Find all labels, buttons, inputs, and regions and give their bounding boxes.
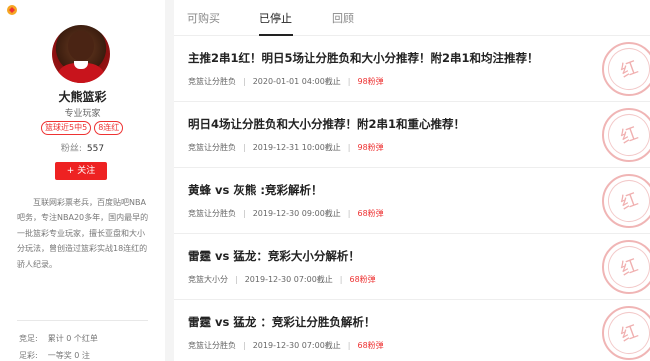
article-title[interactable]: 雷霆 vs 猛龙：竞彩大小分解析！ xyxy=(188,248,360,264)
streak-badge: 篮球近5中5 xyxy=(41,121,92,135)
article-meta: 竞篮让分胜负 | 2019-12-30 09:00截止 | 68粉弹 xyxy=(188,209,384,218)
article-title[interactable]: 黄蜂 vs 灰熊 :竞彩解析！ xyxy=(188,182,322,198)
profile-title: 专业玩家 xyxy=(64,109,101,119)
article-row[interactable]: 主推2串1红！明日5场让分胜负和大小分推荐！附2串1和均注推荐！ 竞篮让分胜负 |… xyxy=(174,36,650,102)
follow-button[interactable]: + 关注 xyxy=(55,162,107,180)
red-stamp-icon: 红 xyxy=(602,174,650,228)
article-title[interactable]: 明日4场让分胜负和大小分推荐！附2串1和重心推荐！ xyxy=(188,116,465,132)
stat-label: 足彩: xyxy=(19,351,38,360)
badge-group: 篮球近5中5 8连红 xyxy=(41,121,124,135)
red-stamp-icon: 红 xyxy=(602,240,650,294)
fans-label: 粉丝: xyxy=(60,144,82,154)
red-stamp-icon: 红 xyxy=(602,306,650,360)
stat-value: 一等奖 0 注 xyxy=(47,351,90,360)
article-price: 68粉弹 xyxy=(357,341,384,350)
tab-stopped[interactable]: 已停止 xyxy=(259,10,292,26)
fans-number: 557 xyxy=(86,144,105,154)
tab-bar: 可购买 已停止 回顾 xyxy=(174,0,650,36)
logo-icon xyxy=(7,5,17,15)
avatar[interactable] xyxy=(52,25,110,83)
article-title[interactable]: 雷霆 vs 猛龙 ：竞彩让分胜负解析！ xyxy=(188,314,375,330)
article-category: 竞篮让分胜负 xyxy=(188,77,236,86)
article-row[interactable]: 明日4场让分胜负和大小分推荐！附2串1和重心推荐！ 竞篮让分胜负 | 2019-12… xyxy=(174,102,650,168)
red-stamp-icon: 红 xyxy=(602,108,650,162)
profile-name: 大熊篮彩 xyxy=(58,90,107,104)
fans-count: 粉丝: 557 xyxy=(0,141,165,154)
article-meta: 竞篮让分胜负 | 2019-12-30 07:00截止 | 68粉弹 xyxy=(188,341,384,350)
article-row[interactable]: 黄蜂 vs 灰熊 :竞彩解析！ 竞篮让分胜负 | 2019-12-30 09:00截… xyxy=(174,168,650,234)
article-deadline: 2019-12-30 07:00截止 xyxy=(244,275,333,284)
profile-bio: 互联网彩票老兵，百度贴吧NBA吧务，专注NBA20多年，国内最早的一批篮彩专业玩… xyxy=(17,198,149,269)
article-price: 68粉弹 xyxy=(349,275,376,284)
stat-zucai: 足彩: 一等奖 0 注 xyxy=(19,350,90,361)
article-meta: 竞篮大小分 | 2019-12-30 07:00截止 | 68粉弹 xyxy=(188,275,376,284)
article-meta: 竞篮让分胜负 | 2019-12-31 10:00截止 | 98粉弹 xyxy=(188,143,384,152)
article-deadline: 2019-12-30 07:00截止 xyxy=(252,341,341,350)
article-price: 98粉弹 xyxy=(357,77,384,86)
article-category: 竞篮让分胜负 xyxy=(188,341,236,350)
article-deadline: 2019-12-31 10:00截止 xyxy=(252,143,341,152)
article-price: 68粉弹 xyxy=(357,209,384,218)
article-title[interactable]: 主推2串1红！明日5场让分胜负和大小分推荐！附2串1和均注推荐！ xyxy=(188,50,539,66)
tab-review[interactable]: 回顾 xyxy=(332,10,354,26)
article-price: 98粉弹 xyxy=(357,143,384,152)
article-category: 竞篮让分胜负 xyxy=(188,143,236,152)
profile-sidebar: 大熊篮彩 专业玩家 篮球近5中5 8连红 粉丝: 557 + 关注 互联网彩票老兵… xyxy=(0,0,165,361)
tab-available[interactable]: 可购买 xyxy=(187,10,220,26)
divider xyxy=(17,320,148,321)
stat-label: 竞足: xyxy=(19,334,38,343)
win-badge: 8连红 xyxy=(94,121,124,135)
article-deadline: 2020-01-01 04:00截止 xyxy=(252,77,341,86)
article-category: 竞篮让分胜负 xyxy=(188,209,236,218)
stat-value: 累计 0 个红单 xyxy=(47,334,98,343)
article-deadline: 2019-12-30 09:00截止 xyxy=(252,209,341,218)
article-meta: 竞篮让分胜负 | 2020-01-01 04:00截止 | 98粉弹 xyxy=(188,77,384,86)
article-row[interactable]: 雷霆 vs 猛龙 ：竞彩让分胜负解析！ 竞篮让分胜负 | 2019-12-30 07… xyxy=(174,300,650,361)
article-list-panel: 可购买 已停止 回顾 主推2串1红！明日5场让分胜负和大小分推荐！附2串1和均注… xyxy=(174,0,650,361)
article-category: 竞篮大小分 xyxy=(188,275,228,284)
red-stamp-icon: 红 xyxy=(602,42,650,96)
article-row[interactable]: 雷霆 vs 猛龙：竞彩大小分解析！ 竞篮大小分 | 2019-12-30 07:00… xyxy=(174,234,650,300)
stat-jingzu: 竞足: 累计 0 个红单 xyxy=(19,333,98,344)
